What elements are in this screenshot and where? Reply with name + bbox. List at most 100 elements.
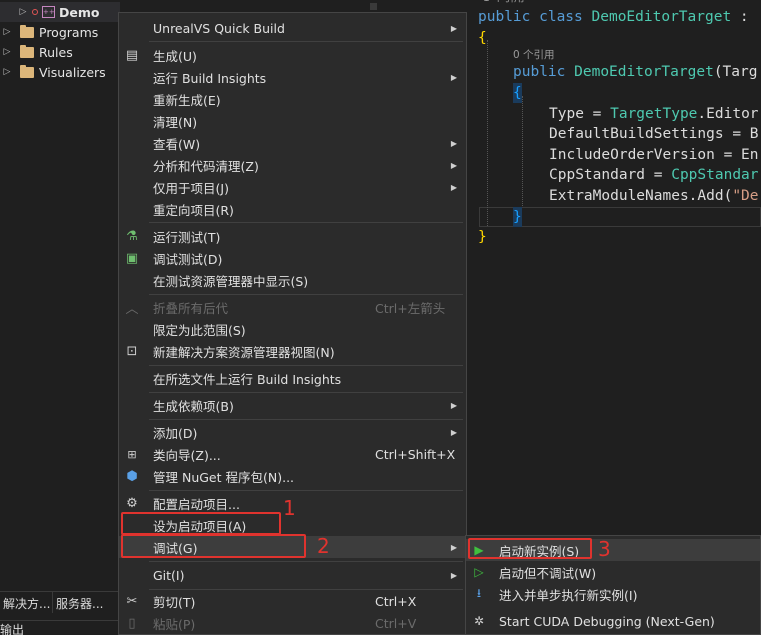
code-line-include-order: IncludeOrderVersion = En xyxy=(549,147,759,163)
submenu-item-label: Start CUDA Debugging (Next-Gen) xyxy=(499,613,715,629)
tree-item-programs[interactable]: ▷ Programs xyxy=(0,22,120,42)
solution-explorer: ▷ ++ Demo ▷ Programs ▷ Rules ▷ Visualize… xyxy=(0,0,120,635)
expand-arrow-icon[interactable]: ▷ xyxy=(0,27,14,37)
menu-item-run-build-insights[interactable]: 运行 Build Insights ▶ xyxy=(119,66,466,88)
code-line-type: Type = TargetType.Editor xyxy=(549,104,759,124)
menu-item-paste: ▯ 粘贴(P) Ctrl+V xyxy=(119,612,466,634)
submenu-item-start-without-debugging[interactable]: ▷ 启动但不调试(W) xyxy=(466,561,760,583)
type-name: CppStandar xyxy=(671,167,759,183)
submenu-arrow-icon: ▶ xyxy=(450,72,457,82)
menu-item-build-insights-on-file[interactable]: 在所选文件上运行 Build Insights xyxy=(119,367,466,389)
menu-separator xyxy=(149,419,463,420)
menu-item-label: 添加(D) xyxy=(153,425,198,441)
tree-item-label: Programs xyxy=(39,24,99,40)
menu-item-label: 运行测试(T) xyxy=(153,229,221,245)
annotation-box-1 xyxy=(121,512,281,535)
menu-separator xyxy=(149,365,463,366)
menu-item-build[interactable]: ▤ 生成(U) xyxy=(119,44,466,66)
submenu-item-step-into-new-instance[interactable]: ⭳ 进入并单步执行新实例(I) xyxy=(466,583,760,605)
scissors-icon: ✂ xyxy=(126,593,138,609)
folder-icon xyxy=(20,24,34,38)
submenu-arrow-icon: ▶ xyxy=(450,138,457,148)
expand-arrow-icon[interactable]: ▷ xyxy=(0,67,14,77)
cuda-icon: ✲ xyxy=(473,614,485,628)
submenu-item-start-cuda-debugging[interactable]: ✲ Start CUDA Debugging (Next-Gen) xyxy=(466,610,760,632)
menu-item-rebuild[interactable]: 重新生成(E) xyxy=(119,88,466,110)
tab-server-explorer[interactable]: 服务器... xyxy=(52,592,112,613)
status-circle-icon xyxy=(32,9,38,15)
menu-item-label: 分析和代码清理(Z) xyxy=(153,158,259,174)
submenu-arrow-icon: ▶ xyxy=(450,427,457,437)
nuget-icon: ⬢ xyxy=(126,468,138,484)
menu-item-class-wizard[interactable]: ⊞ 类向导(Z)... Ctrl+Shift+X xyxy=(119,443,466,465)
code-brace: } xyxy=(513,207,522,227)
menu-item-label: 管理 NuGet 程序包(N)... xyxy=(153,469,295,485)
menu-item-build-dependencies[interactable]: 生成依赖项(B) ▶ xyxy=(119,394,466,416)
code-text: Type = xyxy=(549,106,611,122)
menu-item-clean[interactable]: 清理(N) xyxy=(119,110,466,132)
build-icon: ▤ xyxy=(125,47,139,63)
code-line-default-build: DefaultBuildSettings = B xyxy=(549,126,759,142)
menu-item-debug-tests[interactable]: ▣ 调试测试(D) xyxy=(119,247,466,269)
tree-item-visualizers[interactable]: ▷ Visualizers xyxy=(0,62,120,82)
menu-shortcut: Ctrl+Shift+X xyxy=(375,446,456,462)
cpp-project-icon: ++ xyxy=(42,6,55,18)
menu-item-add[interactable]: 添加(D) ▶ xyxy=(119,421,466,443)
menu-item-run-tests[interactable]: ⚗ 运行测试(T) xyxy=(119,225,466,247)
expand-arrow-icon[interactable]: ▷ xyxy=(16,7,30,17)
menu-separator xyxy=(149,294,463,295)
menu-item-analyze[interactable]: 分析和代码清理(Z) ▶ xyxy=(119,154,466,176)
menu-item-manage-nuget[interactable]: ⬢ 管理 NuGet 程序包(N)... xyxy=(119,465,466,487)
menu-item-label: 配置启动项目... xyxy=(153,496,240,512)
menu-separator xyxy=(149,392,463,393)
submenu-arrow-icon: ▶ xyxy=(450,23,457,33)
code-text: .Editor xyxy=(697,106,759,122)
menu-item-label: 剪切(T) xyxy=(153,594,196,610)
indent-guide xyxy=(522,96,523,206)
menu-item-show-in-test-explorer[interactable]: 在测试资源管理器中显示(S) xyxy=(119,269,466,291)
paste-icon: ▯ xyxy=(128,615,136,631)
menu-item-label: 折叠所有后代 xyxy=(153,300,229,316)
menu-item-label: Git(I) xyxy=(153,567,185,583)
editor-top-strip xyxy=(355,0,467,12)
menu-item-label: 调试测试(D) xyxy=(153,251,223,267)
menu-item-retarget[interactable]: 重定向项目(R) xyxy=(119,198,466,220)
code-line-cpp-standard: CppStandard = CppStandar xyxy=(549,165,759,185)
annotation-number-2: 2 xyxy=(317,534,330,558)
menu-item-label: 限定为此范围(S) xyxy=(153,322,246,338)
menu-item-collapse-all: ︿ 折叠所有后代 Ctrl+左箭头 xyxy=(119,296,466,318)
code-text: ExtraModuleNames.Add( xyxy=(549,188,733,204)
expand-arrow-icon[interactable]: ▷ xyxy=(0,47,14,57)
tree-item-demo[interactable]: ▷ ++ Demo xyxy=(0,2,120,22)
menu-item-scope-to-this[interactable]: 限定为此范围(S) xyxy=(119,318,466,340)
menu-item-unrealvs-quick-build[interactable]: UnrealVS Quick Build ▶ xyxy=(119,17,466,39)
keyword: public xyxy=(513,64,566,80)
menu-item-label: 生成依赖项(B) xyxy=(153,398,234,414)
debug-tests-icon: ▣ xyxy=(125,250,139,266)
code-line-class-decl: public class DemoEditorTarget : xyxy=(478,7,749,27)
menu-item-label: 运行 Build Insights xyxy=(153,70,267,86)
explorer-tabs: 解决方... 服务器... xyxy=(0,591,120,613)
class-wizard-icon: ⊞ xyxy=(127,447,137,461)
menu-item-label: 粘贴(P) xyxy=(153,616,196,632)
code-line-extra-modules: ExtraModuleNames.Add("De xyxy=(549,186,759,206)
collapse-icon: ︿ xyxy=(125,301,139,317)
tab-solution-explorer[interactable]: 解决方... xyxy=(0,592,52,613)
folder-icon xyxy=(20,64,34,78)
menu-item-project-only[interactable]: 仅用于项目(J) ▶ xyxy=(119,176,466,198)
tree-item-rules[interactable]: ▷ Rules xyxy=(0,42,120,62)
code-brace: { xyxy=(513,83,522,103)
menu-separator xyxy=(149,490,463,491)
menu-item-view[interactable]: 查看(W) ▶ xyxy=(119,132,466,154)
play-outline-icon: ▷ xyxy=(474,565,484,579)
menu-item-cut[interactable]: ✂ 剪切(T) Ctrl+X xyxy=(119,590,466,612)
tab-output[interactable]: 输出 xyxy=(0,620,118,635)
tree-item-label: Visualizers xyxy=(39,64,106,80)
string-literal: "De xyxy=(732,188,759,204)
gear-icon: ⚙ xyxy=(126,495,138,511)
menu-item-git[interactable]: Git(I) ▶ xyxy=(119,564,466,586)
type-name: DemoEditorTarget xyxy=(591,9,732,25)
type-name: DemoEditorTarget xyxy=(574,64,714,80)
menu-item-new-explorer-view[interactable]: ⊡ 新建解决方案资源管理器视图(N) xyxy=(119,340,466,362)
menu-item-label: 新建解决方案资源管理器视图(N) xyxy=(153,344,335,360)
